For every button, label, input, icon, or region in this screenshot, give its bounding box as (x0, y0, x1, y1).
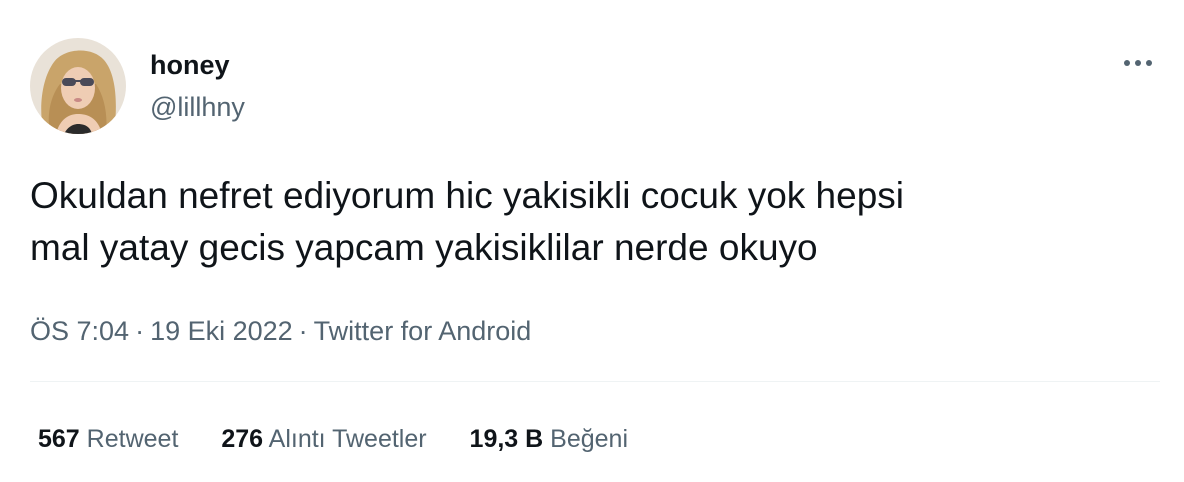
retweets-count: 567 (38, 425, 80, 453)
display-name[interactable]: honey (150, 50, 230, 80)
user-handle[interactable]: @lillhny (150, 92, 245, 122)
tweet-date[interactable]: 19 Eki 2022 (150, 316, 293, 346)
retweets-label: Retweet (86, 425, 179, 453)
tweet-card: honey @lillhny Okuldan nefret ediyorum h… (0, 0, 1184, 482)
tweet-time[interactable]: ÖS 7:04 (30, 316, 129, 346)
meta-separator: · (135, 316, 145, 346)
likes-label: Beğeni (550, 425, 629, 453)
more-options-button[interactable] (1114, 48, 1162, 78)
tweet-text-line: mal yatay gecis yapcam yakisiklilar nerd… (30, 227, 818, 268)
likes-stat[interactable]: 19,3 B Beğeni (470, 424, 628, 454)
tweet-meta: ÖS 7:04 · 19 Eki 2022 · Twitter for Android (30, 316, 531, 346)
tweet-stats: 567 Retweet 276 Alıntı Tweetler 19,3 B B… (38, 424, 664, 454)
quote-tweets-count: 276 (221, 425, 264, 453)
divider (30, 381, 1160, 382)
tweet-text: Okuldan nefret ediyorum hic yakisikli co… (30, 170, 1150, 274)
profile-photo-icon (30, 38, 126, 134)
quote-tweets-label: Alıntı Tweetler (268, 425, 427, 453)
tweet-text-line: Okuldan nefret ediyorum hic yakisikli co… (30, 175, 904, 216)
likes-count: 19,3 B (469, 425, 544, 453)
retweets-stat[interactable]: 567 Retweet (38, 424, 178, 454)
meta-separator: · (298, 316, 308, 346)
tweet-source[interactable]: Twitter for Android (314, 316, 532, 346)
avatar[interactable] (30, 38, 126, 134)
quote-tweets-stat[interactable]: 276 Alıntı Tweetler (221, 424, 426, 454)
more-dots-icon (1124, 60, 1152, 66)
